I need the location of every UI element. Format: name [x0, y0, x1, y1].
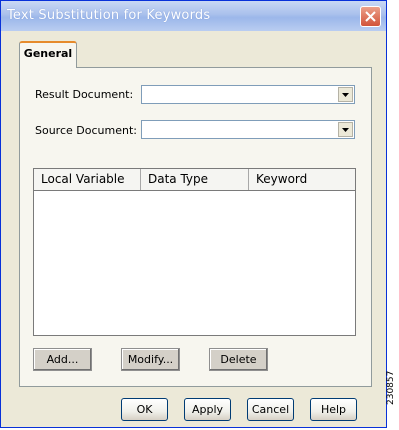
chevron-down-icon	[342, 128, 349, 132]
ok-button[interactable]: OK	[121, 398, 168, 421]
dialog-window: Text Substitution for Keywords General R…	[0, 0, 387, 428]
column-keyword[interactable]: Keyword	[249, 169, 355, 190]
close-icon	[365, 11, 376, 22]
chevron-down-icon	[342, 93, 349, 97]
title-bar[interactable]: Text Substitution for Keywords	[1, 1, 386, 31]
help-button[interactable]: Help	[310, 398, 357, 421]
source-document-select[interactable]	[141, 120, 355, 139]
result-document-label: Result Document:	[35, 88, 134, 101]
result-document-dropdown-button[interactable]	[338, 87, 353, 102]
apply-button[interactable]: Apply	[184, 398, 231, 421]
source-document-label: Source Document:	[35, 124, 137, 137]
window-title: Text Substitution for Keywords	[7, 8, 211, 23]
cancel-button[interactable]: Cancel	[247, 398, 294, 421]
tab-general[interactable]: General	[19, 41, 77, 68]
close-button[interactable]	[360, 6, 381, 27]
add-button[interactable]: Add...	[33, 348, 92, 371]
column-local-variable[interactable]: Local Variable	[34, 169, 141, 190]
modify-button[interactable]: Modify...	[121, 348, 180, 371]
result-document-select[interactable]	[141, 85, 355, 104]
delete-button[interactable]: Delete	[209, 348, 268, 371]
keyword-table[interactable]: Local Variable Data Type Keyword	[33, 168, 356, 336]
column-data-type[interactable]: Data Type	[141, 169, 249, 190]
figure-id: 230857	[386, 370, 396, 405]
source-document-dropdown-button[interactable]	[338, 122, 353, 137]
table-header: Local Variable Data Type Keyword	[34, 169, 355, 191]
